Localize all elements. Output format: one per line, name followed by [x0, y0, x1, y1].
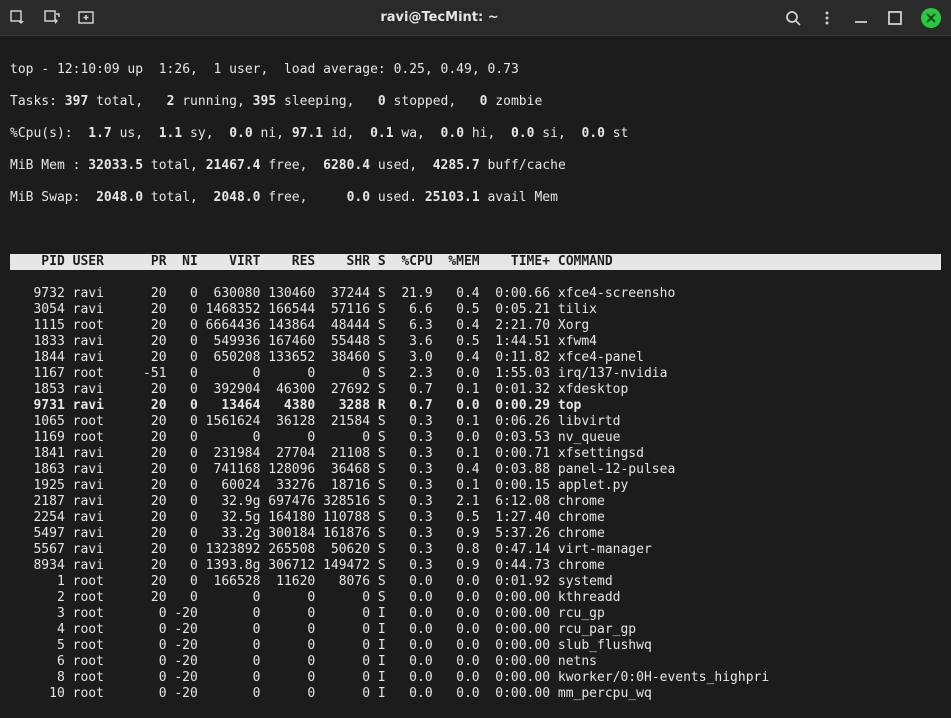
table-row: 3054 ravi 20 0 1468352 166544 57116 S 6.…: [10, 302, 941, 318]
table-row: 6 root 0 -20 0 0 0 I 0.0 0.0 0:00.00 net…: [10, 654, 941, 670]
summary-line-1: top - 12:10:09 up 1:26, 1 user, load ave…: [10, 62, 941, 78]
process-list: 9732 ravi 20 0 630080 130460 37244 S 21.…: [10, 286, 941, 702]
table-row: 2254 ravi 20 0 32.5g 164180 110788 S 0.3…: [10, 510, 941, 526]
table-row: 9732 ravi 20 0 630080 130460 37244 S 21.…: [10, 286, 941, 302]
table-row: 9731 ravi 20 0 13464 4380 3288 R 0.7 0.0…: [10, 398, 941, 414]
table-row: 5497 ravi 20 0 33.2g 300184 161876 S 0.3…: [10, 526, 941, 542]
table-row: 1 root 20 0 166528 11620 8076 S 0.0 0.0 …: [10, 574, 941, 590]
table-row: 5567 ravi 20 0 1323892 265508 50620 S 0.…: [10, 542, 941, 558]
table-row: 10 root 0 -20 0 0 0 I 0.0 0.0 0:00.00 mm…: [10, 686, 941, 702]
table-row: 3 root 0 -20 0 0 0 I 0.0 0.0 0:00.00 rcu…: [10, 606, 941, 622]
table-row: 1833 ravi 20 0 549936 167460 55448 S 3.6…: [10, 334, 941, 350]
table-row: 1844 ravi 20 0 650208 133652 38460 S 3.0…: [10, 350, 941, 366]
new-terminal-right-icon[interactable]: [44, 10, 60, 26]
summary-line-5: MiB Swap: 2048.0 total, 2048.0 free, 0.0…: [10, 190, 941, 206]
table-row: 1841 ravi 20 0 231984 27704 21108 S 0.3 …: [10, 446, 941, 462]
new-terminal-down-icon[interactable]: [10, 10, 26, 26]
table-row: 5 root 0 -20 0 0 0 I 0.0 0.0 0:00.00 slu…: [10, 638, 941, 654]
blank-line: [10, 222, 941, 238]
table-row: 8 root 0 -20 0 0 0 I 0.0 0.0 0:00.00 kwo…: [10, 670, 941, 686]
table-row: 1925 ravi 20 0 60024 33276 18716 S 0.3 0…: [10, 478, 941, 494]
titlebar: ravi@TecMint: ~: [0, 0, 951, 36]
table-row: 1853 ravi 20 0 392904 46300 27692 S 0.7 …: [10, 382, 941, 398]
window-title: ravi@TecMint: ~: [94, 10, 785, 25]
close-icon[interactable]: [921, 8, 941, 28]
terminal[interactable]: top - 12:10:09 up 1:26, 1 user, load ave…: [0, 36, 951, 718]
summary-line-2: Tasks: 397 total, 2 running, 395 sleepin…: [10, 94, 941, 110]
maximize-icon[interactable]: [887, 10, 903, 26]
table-row: 2 root 20 0 0 0 0 S 0.0 0.0 0:00.00 kthr…: [10, 590, 941, 606]
add-tab-icon[interactable]: [78, 10, 94, 26]
table-row: 1065 root 20 0 1561624 36128 21584 S 0.3…: [10, 414, 941, 430]
table-row: 1169 root 20 0 0 0 0 S 0.3 0.0 0:03.53 n…: [10, 430, 941, 446]
summary-line-4: MiB Mem : 32033.5 total, 21467.4 free, 6…: [10, 158, 941, 174]
process-header: PID USER PR NI VIRT RES SHR S %CPU %MEM …: [10, 254, 941, 270]
table-row: 1115 root 20 0 6664436 143864 48444 S 6.…: [10, 318, 941, 334]
minimize-icon[interactable]: [853, 10, 869, 26]
table-row: 8934 ravi 20 0 1393.8g 306712 149472 S 0…: [10, 558, 941, 574]
table-row: 1863 ravi 20 0 741168 128096 36468 S 0.3…: [10, 462, 941, 478]
table-row: 4 root 0 -20 0 0 0 I 0.0 0.0 0:00.00 rcu…: [10, 622, 941, 638]
table-row: 1167 root -51 0 0 0 0 S 2.3 0.0 1:55.03 …: [10, 366, 941, 382]
summary-line-3: %Cpu(s): 1.7 us, 1.1 sy, 0.0 ni, 97.1 id…: [10, 126, 941, 142]
menu-icon[interactable]: [819, 10, 835, 26]
search-icon[interactable]: [785, 10, 801, 26]
table-row: 2187 ravi 20 0 32.9g 697476 328516 S 0.3…: [10, 494, 941, 510]
